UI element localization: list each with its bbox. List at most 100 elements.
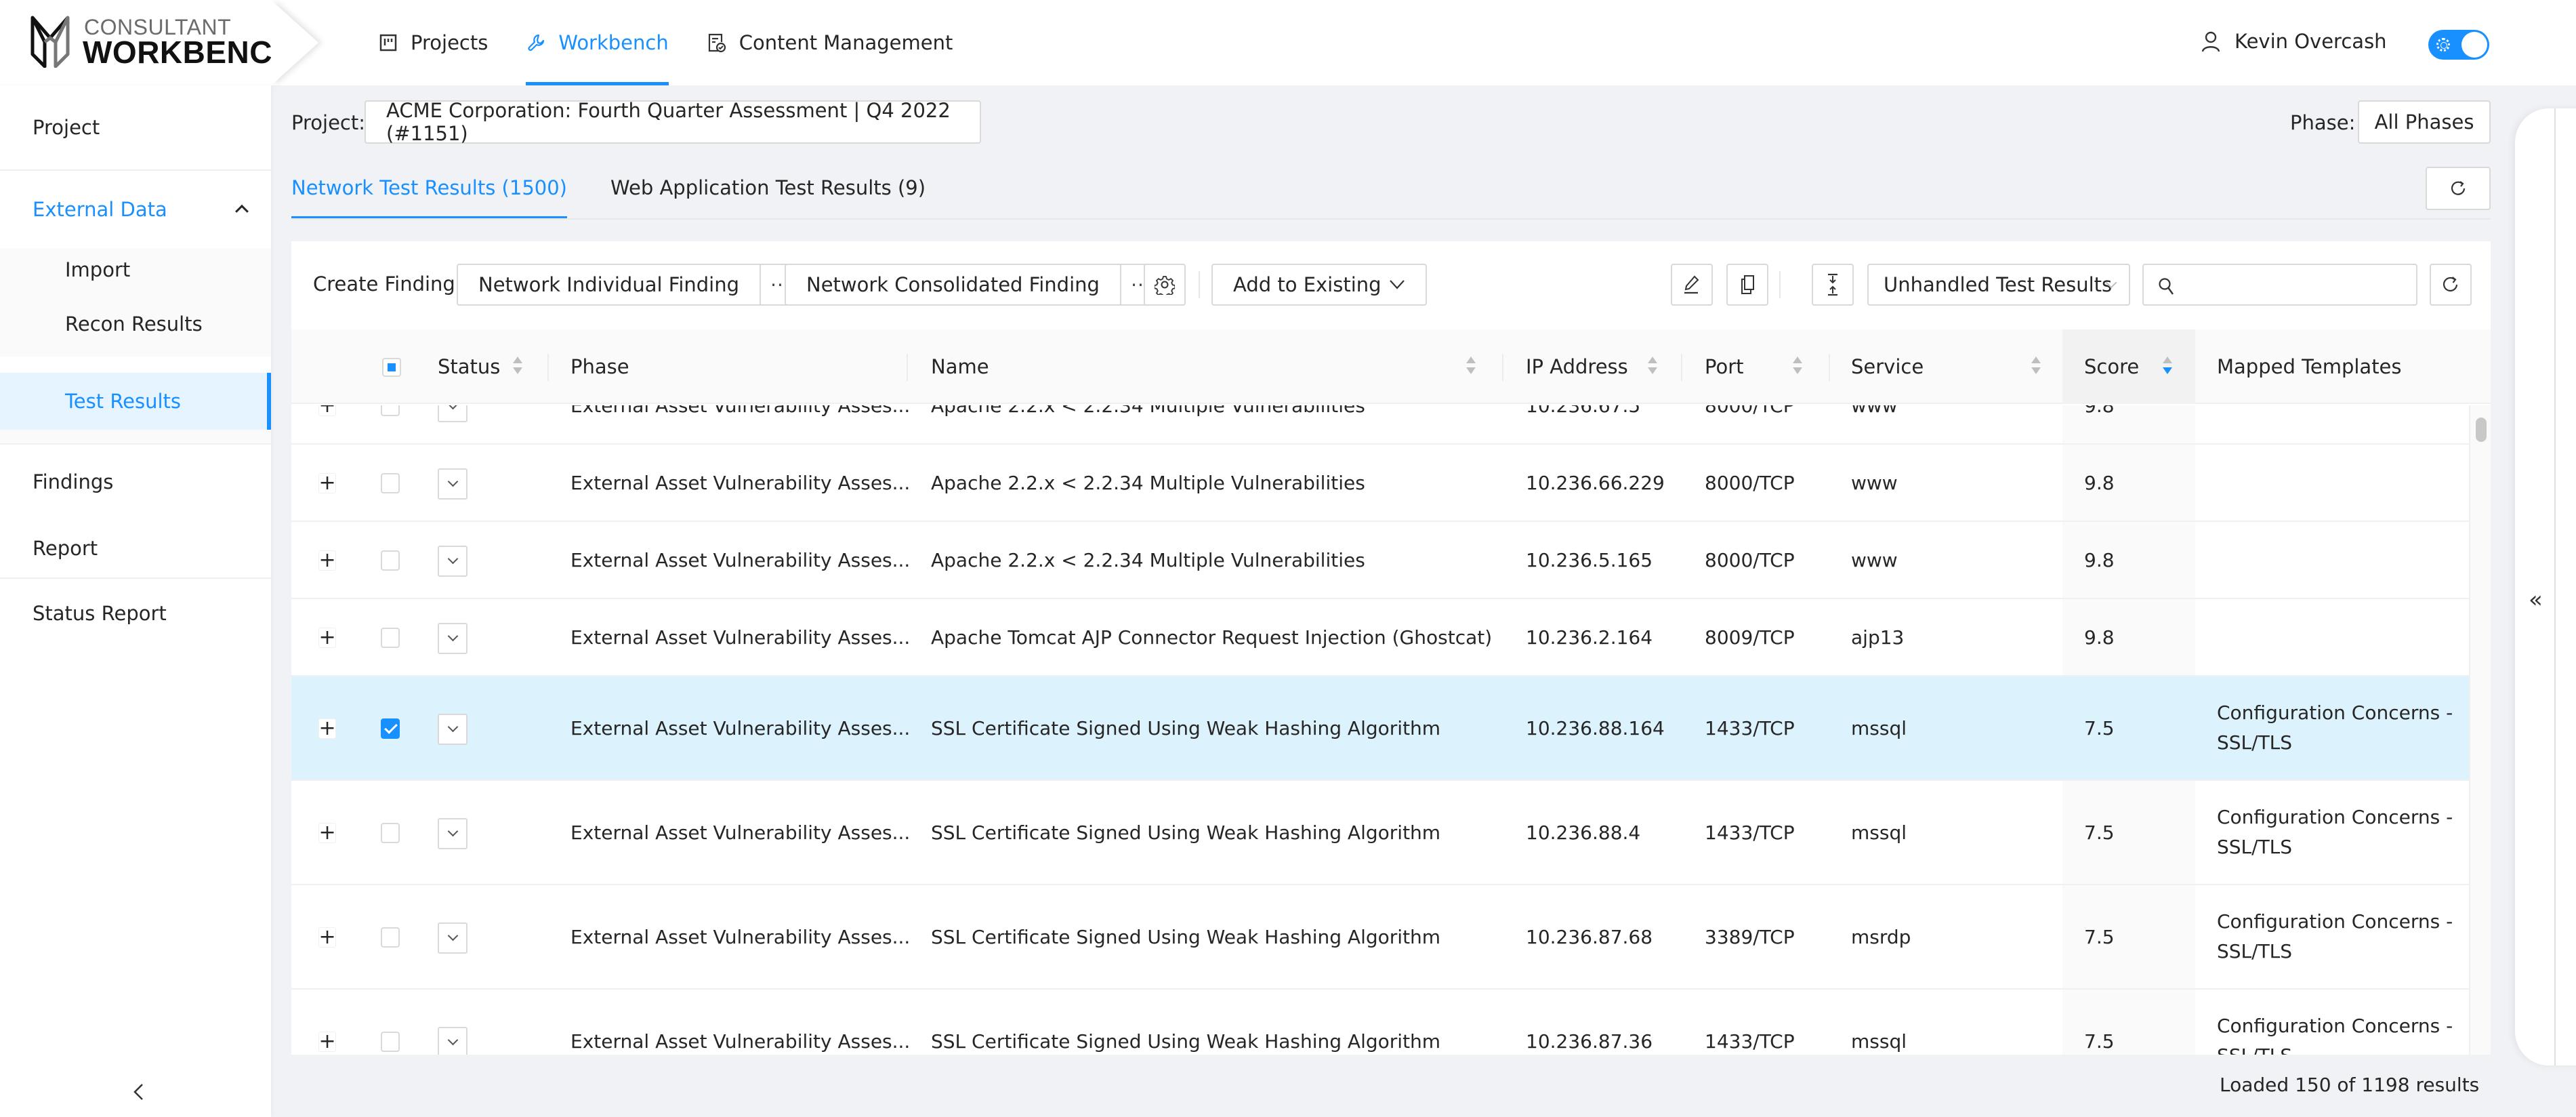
table-row[interactable]: + External Asset Vulnerability Asses... Ap… bbox=[291, 445, 2469, 522]
network-individual-finding-button[interactable]: Network Individual Finding bbox=[458, 265, 762, 304]
status-dropdown[interactable] bbox=[438, 546, 468, 577]
theme-toggle[interactable] bbox=[2428, 30, 2489, 60]
status-dropdown[interactable] bbox=[438, 922, 468, 954]
nav-projects[interactable]: Projects bbox=[359, 0, 507, 85]
table-row[interactable]: + External Asset Vulnerability Asses... Ap… bbox=[291, 405, 2469, 445]
top-header: CONSULTANT WORKBENCH Projects Workbench … bbox=[0, 0, 2576, 85]
row-checkbox[interactable] bbox=[381, 718, 400, 739]
row-checkbox[interactable] bbox=[381, 628, 400, 648]
sidebar-item-import[interactable]: Import bbox=[0, 248, 271, 291]
column-header-port[interactable]: Port bbox=[1705, 329, 1744, 404]
search-input-wrapper bbox=[2142, 264, 2417, 306]
column-divider bbox=[1829, 354, 1830, 381]
status-dropdown[interactable] bbox=[438, 714, 468, 745]
sort-service-icon[interactable] bbox=[2031, 357, 2041, 377]
table-row[interactable]: + External Asset Vulnerability Asses... SS… bbox=[291, 990, 2469, 1055]
expand-row-button[interactable]: + bbox=[318, 718, 336, 739]
row-checkbox[interactable] bbox=[381, 823, 400, 843]
toolbar-separator bbox=[1779, 271, 1781, 298]
expand-row-button[interactable]: + bbox=[318, 1032, 336, 1052]
table-toolbar: Create Finding: Network Individual Findi… bbox=[291, 241, 2491, 329]
refresh-page-button[interactable] bbox=[2426, 167, 2491, 210]
sort-ip-address-icon[interactable] bbox=[1648, 357, 1657, 377]
row-checkbox[interactable] bbox=[381, 550, 400, 571]
toggle-knob bbox=[2461, 32, 2487, 58]
search-input[interactable] bbox=[2144, 265, 2416, 304]
refresh-table-button[interactable] bbox=[2430, 264, 2472, 306]
expand-row-button[interactable]: + bbox=[318, 550, 336, 571]
sidebar-item-test-results[interactable]: Test Results bbox=[0, 373, 271, 430]
sidebar-item-project[interactable]: Project bbox=[0, 85, 271, 169]
expand-row-button[interactable]: + bbox=[318, 927, 336, 948]
sidebar-item-external-data[interactable]: External Data bbox=[0, 171, 271, 248]
nav-workbench[interactable]: Workbench bbox=[507, 0, 687, 85]
status-dropdown[interactable] bbox=[438, 623, 468, 654]
column-divider bbox=[1502, 354, 1503, 381]
sidebar-item-status-report[interactable]: Status Report bbox=[0, 579, 271, 648]
column-header-name[interactable]: Name bbox=[931, 329, 989, 404]
vertical-expand-icon bbox=[1828, 273, 1837, 296]
cell-service: mssql bbox=[1851, 821, 1907, 844]
sort-port-icon[interactable] bbox=[1793, 357, 1802, 377]
scrollbar-thumb[interactable] bbox=[2476, 418, 2487, 442]
table-row[interactable]: + External Asset Vulnerability Asses... Ap… bbox=[291, 599, 2469, 676]
row-height-button[interactable] bbox=[1812, 264, 1854, 306]
select-all-checkbox[interactable] bbox=[382, 358, 401, 377]
sidebar-item-findings[interactable]: Findings bbox=[0, 445, 271, 519]
refresh-icon bbox=[2443, 277, 2458, 291]
sidebar-item-report[interactable]: Report bbox=[0, 519, 271, 577]
user-name: Kevin Overcash bbox=[2235, 30, 2387, 53]
row-checkbox[interactable] bbox=[381, 473, 400, 493]
sort-score-icon[interactable] bbox=[2163, 357, 2172, 377]
toolbar-separator bbox=[1199, 271, 1200, 298]
cell-port: 1433/TCP bbox=[1705, 716, 1795, 739]
cell-port: 8000/TCP bbox=[1705, 405, 1795, 417]
column-header-status[interactable]: Status bbox=[438, 329, 500, 404]
cell-ip-address: 10.236.67.5 bbox=[1526, 405, 1641, 417]
row-checkbox[interactable] bbox=[381, 1032, 400, 1052]
status-dropdown[interactable] bbox=[438, 818, 468, 849]
tab-network-test-results[interactable]: Network Test Results (1500) bbox=[291, 167, 567, 220]
collapse-sidebar-button[interactable] bbox=[129, 1082, 149, 1102]
sort-status-icon[interactable] bbox=[513, 357, 522, 377]
table-row[interactable]: + External Asset Vulnerability Asses... SS… bbox=[291, 676, 2469, 781]
status-dropdown[interactable] bbox=[438, 468, 468, 500]
expand-row-button[interactable]: + bbox=[318, 628, 336, 648]
expand-row-button[interactable]: + bbox=[318, 473, 336, 493]
cell-mapped-templates bbox=[2217, 599, 2461, 675]
sort-name-icon[interactable] bbox=[1466, 357, 1476, 377]
sidebar-item-recon-results[interactable]: Recon Results bbox=[0, 291, 271, 357]
double-chevron-left-icon[interactable]: « bbox=[2529, 586, 2543, 613]
table-scrollbar[interactable] bbox=[2469, 405, 2491, 1055]
edit-button[interactable] bbox=[1671, 264, 1713, 306]
cell-mapped-templates bbox=[2217, 405, 2461, 443]
add-to-existing-dropdown[interactable]: Add to Existing bbox=[1211, 264, 1427, 306]
user-menu[interactable]: Kevin Overcash bbox=[2201, 30, 2387, 53]
expand-row-button[interactable]: + bbox=[318, 823, 336, 843]
cell-ip-address: 10.236.88.164 bbox=[1526, 716, 1665, 739]
column-header-ip-address[interactable]: IP Address bbox=[1526, 329, 1628, 404]
copy-button[interactable] bbox=[1726, 264, 1768, 306]
column-header-service[interactable]: Service bbox=[1851, 329, 1924, 404]
nav-content-management[interactable]: Content Management bbox=[688, 0, 972, 85]
status-dropdown[interactable] bbox=[438, 1027, 468, 1055]
table-row[interactable]: + External Asset Vulnerability Asses... Ap… bbox=[291, 522, 2469, 599]
column-header-score[interactable]: Score bbox=[2084, 329, 2139, 404]
column-header-phase[interactable]: Phase bbox=[570, 329, 629, 404]
table-row[interactable]: + External Asset Vulnerability Asses... SS… bbox=[291, 781, 2469, 885]
finding-settings-button[interactable] bbox=[1144, 264, 1186, 306]
status-dropdown[interactable] bbox=[438, 405, 468, 422]
cell-service: www bbox=[1851, 405, 1898, 417]
row-checkbox[interactable] bbox=[381, 927, 400, 948]
tab-web-application-test-results[interactable]: Web Application Test Results (9) bbox=[610, 167, 926, 220]
cell-ip-address: 10.236.5.165 bbox=[1526, 548, 1653, 571]
phase-select[interactable]: All Phases bbox=[2358, 100, 2491, 144]
expand-row-button[interactable]: + bbox=[318, 405, 336, 416]
project-select[interactable]: ACME Corporation: Fourth Quarter Assessm… bbox=[365, 99, 981, 145]
result-filter-select[interactable]: Unhandled Test Results bbox=[1867, 264, 2130, 306]
network-consolidated-finding-button[interactable]: Network Consolidated Finding bbox=[786, 265, 1121, 304]
sun-icon bbox=[2436, 38, 2450, 52]
create-finding-label: Create Finding: bbox=[313, 272, 462, 296]
row-checkbox[interactable] bbox=[381, 405, 400, 416]
table-row[interactable]: + External Asset Vulnerability Asses... SS… bbox=[291, 885, 2469, 990]
